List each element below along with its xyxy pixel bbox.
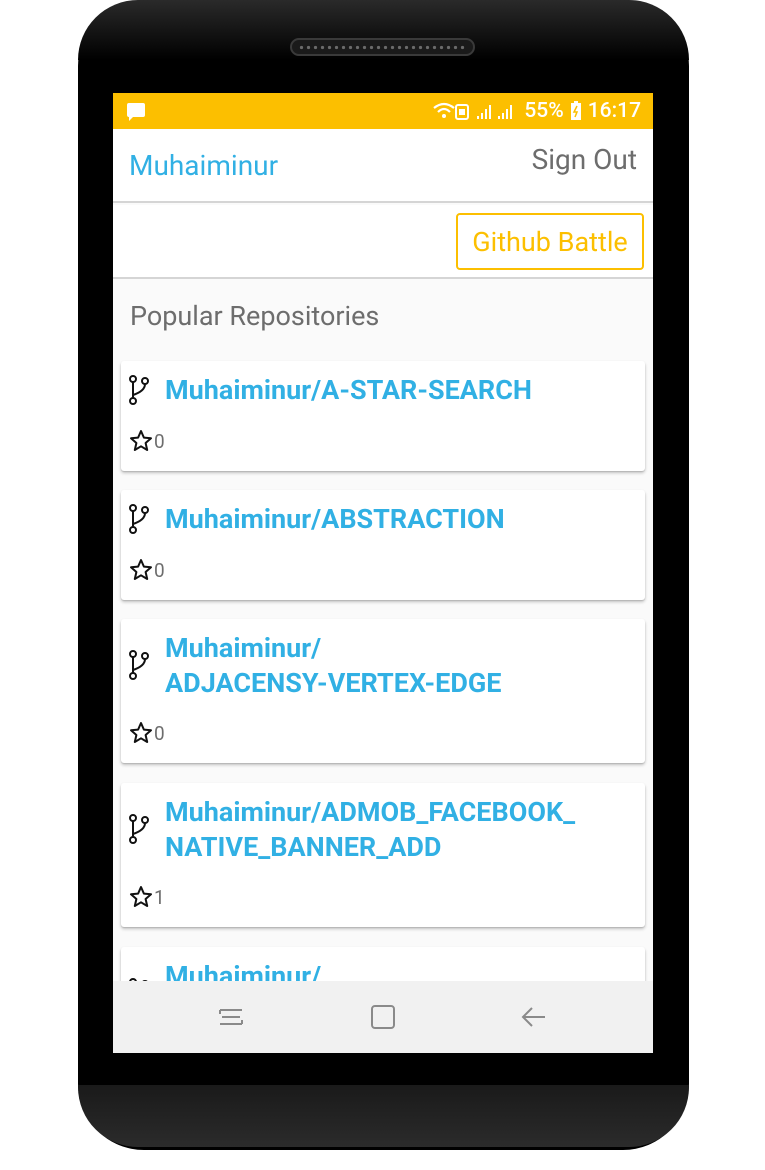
username-title: Muhaiminur <box>129 149 279 182</box>
repo-name[interactable]: Muhaiminur/ ADJACENSY-VERTEX-EDGE <box>165 631 635 701</box>
recents-icon[interactable] <box>216 1002 246 1032</box>
star-row: 0 <box>129 558 165 582</box>
status-bar: 55% 16:17 <box>113 93 653 129</box>
home-icon[interactable] <box>368 1002 398 1032</box>
signal-icon <box>477 105 513 119</box>
star-count: 1 <box>154 885 165 909</box>
battery-percent: 55% <box>524 99 564 123</box>
repo-name[interactable]: Muhaiminur/ABSTRACTION <box>165 502 635 537</box>
status-time: 16:17 <box>587 99 641 123</box>
star-row: 0 <box>129 721 165 745</box>
star-icon <box>130 886 152 907</box>
star-row: 0 <box>129 429 165 453</box>
repo-name-line: NATIVE_BANNER_ADD <box>165 831 442 863</box>
star-count: 0 <box>154 429 165 453</box>
section-title: Popular Repositories <box>130 300 380 332</box>
status-indicators: 55% 16:17 <box>432 97 641 125</box>
repo-name[interactable]: Muhaiminur/A-STAR-SEARCH <box>165 373 635 408</box>
repo-name-line: ADJACENSY-VERTEX-EDGE <box>165 667 502 699</box>
star-count: 0 <box>154 721 165 745</box>
speaker-grill <box>290 38 475 56</box>
star-count: 0 <box>154 558 165 582</box>
repo-card[interactable]: Muhaiminur/ ADJACENSY-VERTEX-EDGE 0 <box>121 619 645 763</box>
repo-card[interactable]: Muhaiminur/A-STAR-SEARCH 0 <box>121 361 645 471</box>
wifi-icon <box>433 102 470 120</box>
star-icon <box>130 559 152 580</box>
branch-icon <box>129 375 149 405</box>
repo-name-line: Muhaiminur/ADMOB_FACEBOOK_ <box>165 796 576 828</box>
star-icon <box>130 722 152 743</box>
branch-icon <box>129 650 149 680</box>
repo-card[interactable]: Muhaiminur/ABSTRACTION 0 <box>121 490 645 600</box>
app-screen: 55% 16:17 Muhaiminur Sign Out Github Bat… <box>113 93 653 1053</box>
star-icon <box>130 430 152 451</box>
repo-card[interactable]: Muhaiminur/ADMOB_FACEBOOK_ NATIVE_BANNER… <box>121 783 645 927</box>
github-battle-button[interactable]: Github Battle <box>456 213 644 270</box>
navigation-bar <box>113 981 653 1053</box>
repo-name-line: Muhaiminur/ <box>165 632 322 664</box>
sign-out-button[interactable]: Sign Out <box>532 143 637 176</box>
action-row: Github Battle <box>113 205 653 279</box>
branch-icon <box>129 814 149 844</box>
app-bar: Muhaiminur Sign Out <box>113 129 653 203</box>
battery-icon <box>570 101 581 120</box>
message-icon <box>127 103 145 121</box>
star-row: 1 <box>129 885 165 909</box>
back-icon[interactable] <box>519 1002 549 1032</box>
phone-bottom-bezel <box>78 1085 689 1147</box>
branch-icon <box>129 504 149 534</box>
repo-name[interactable]: Muhaiminur/ADMOB_FACEBOOK_ NATIVE_BANNER… <box>165 795 635 865</box>
